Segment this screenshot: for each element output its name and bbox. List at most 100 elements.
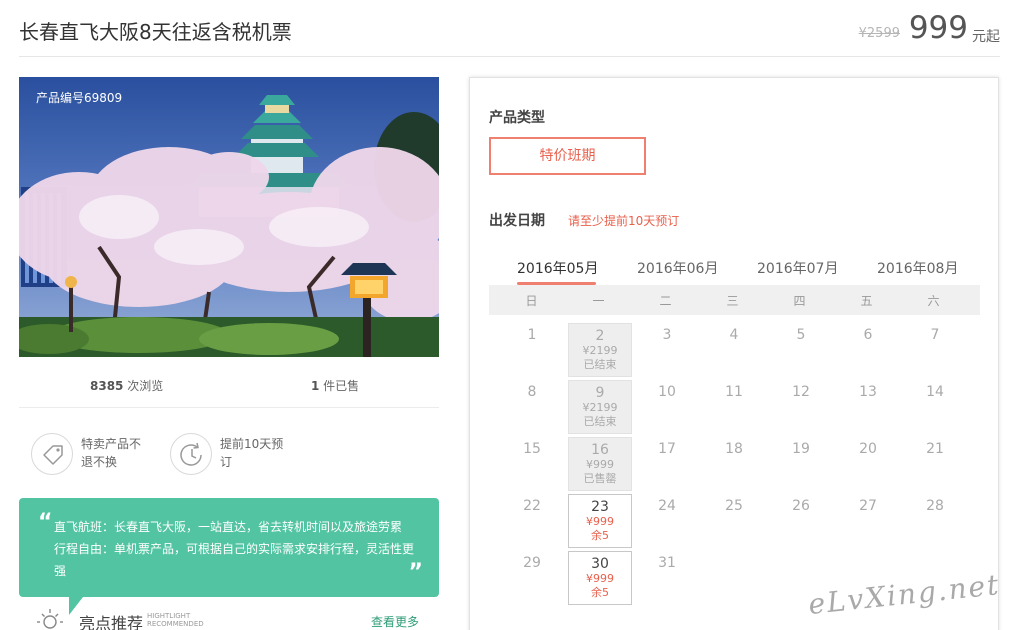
- calendar-day: 29: [500, 551, 564, 605]
- day-number: 4: [729, 327, 739, 343]
- price-suffix: 元起: [972, 29, 1000, 45]
- weekday-label: 三: [726, 294, 739, 308]
- highlights-subtitle: HIGHTLIGHT RECOMMENDED: [147, 612, 204, 628]
- day-price: ¥2199: [582, 401, 618, 414]
- day-number: 13: [859, 384, 877, 400]
- calendar-day: 18: [702, 437, 766, 491]
- description-line: 直飞航班：长春直飞大阪，一站直达，省去转机时间以及旅途劳累: [54, 520, 403, 534]
- calendar-day: 24: [635, 494, 699, 548]
- product-title: 长春直飞大阪8天往返含税机票: [19, 20, 292, 44]
- calendar-day: 10: [635, 380, 699, 434]
- day-status: 余5: [591, 529, 609, 542]
- day-number: 24: [658, 498, 676, 514]
- original-price: ¥2599: [858, 26, 900, 41]
- feature-label: 特卖产品不退不换: [81, 437, 142, 469]
- page-header: 长春直飞大阪8天往返含税机票 ¥2599 999 元起: [19, 0, 1000, 57]
- day-number: 27: [859, 498, 877, 514]
- tag-icon: [31, 433, 73, 475]
- day-number: 8: [527, 384, 537, 400]
- calendar-day: 14: [903, 380, 967, 434]
- calendar-day-closed: 2 ¥2199 已结束: [568, 323, 632, 377]
- day-number: 16: [591, 442, 609, 458]
- day-number: 14: [926, 384, 944, 400]
- calendar-day: 6: [836, 323, 900, 377]
- day-status: 余5: [591, 586, 609, 599]
- tab-month[interactable]: 2016年07月: [757, 258, 838, 278]
- calendar-day: 11: [702, 380, 766, 434]
- calendar-day-closed: 9 ¥2199 已结束: [568, 380, 632, 434]
- calendar-day: 19: [769, 437, 833, 491]
- calendar-day: 7: [903, 323, 967, 377]
- calendar-day-available[interactable]: 23 ¥999 余5: [568, 494, 632, 548]
- departure-date-title: 出发日期: [489, 213, 545, 229]
- day-number: 2: [595, 328, 605, 344]
- clock-icon: [170, 433, 212, 475]
- day-number: 21: [926, 441, 944, 457]
- day-number: 11: [725, 384, 743, 400]
- day-price: ¥999: [586, 515, 614, 528]
- calendar-day: 15: [500, 437, 564, 491]
- osaka-castle-image: [19, 77, 439, 357]
- day-number: 25: [725, 498, 743, 514]
- feature-advance-booking: 提前10天预订: [170, 433, 300, 477]
- calendar-day: 22: [500, 494, 564, 548]
- calendar-day-closed: 16 ¥999 已售罄: [568, 437, 632, 491]
- sun-icon: [37, 609, 63, 629]
- calendar-day: 12: [769, 380, 833, 434]
- day-number: 26: [792, 498, 810, 514]
- tab-month[interactable]: 2016年05月: [517, 258, 598, 278]
- day-status: 已售罄: [583, 472, 617, 485]
- calendar-day: 27: [836, 494, 900, 548]
- sold-count: 1 件已售: [311, 379, 360, 393]
- day-number: 28: [926, 498, 944, 514]
- weekday-label: 四: [793, 294, 806, 308]
- calendar-day: 8: [500, 380, 564, 434]
- day-number: 15: [523, 441, 541, 457]
- day-price: ¥999: [586, 572, 614, 585]
- calendar-day: 26: [769, 494, 833, 548]
- feature-no-refund: 特卖产品不退不换: [31, 433, 161, 477]
- open-quote-icon: “: [38, 510, 53, 535]
- calendar-day: 25: [702, 494, 766, 548]
- product-number: 产品编号69809: [36, 91, 123, 105]
- day-number: 17: [658, 441, 676, 457]
- weekday-label: 日: [525, 294, 538, 308]
- calendar-day: 13: [836, 380, 900, 434]
- product-stats: 8385 次浏览 1 件已售: [19, 366, 439, 408]
- weekday-label: 一: [592, 294, 605, 308]
- tab-month[interactable]: 2016年08月: [877, 258, 958, 278]
- day-number: 1: [527, 327, 537, 343]
- weekday-label: 二: [659, 294, 672, 308]
- weekday-header: 日 一 二 三 四 五 六: [489, 285, 980, 315]
- highlights-title: 亮点推荐: [79, 614, 144, 630]
- weekday-label: 五: [860, 294, 873, 308]
- day-price: ¥2199: [582, 344, 618, 357]
- day-number: 12: [792, 384, 810, 400]
- day-number: 9: [595, 385, 605, 401]
- calendar-day: 20: [836, 437, 900, 491]
- day-number: 5: [796, 327, 806, 343]
- month-tabs: 2016年05月 2016年06月 2016年07月 2016年08月: [489, 256, 980, 286]
- day-number: 20: [859, 441, 877, 457]
- feature-label: 提前10天预订: [220, 437, 284, 469]
- day-status: 已结束: [583, 415, 617, 428]
- day-status: 已结束: [583, 358, 617, 371]
- description-line: 行程自由：单机票产品，可根据自己的实际需求安排行程，灵活性更强: [54, 542, 415, 578]
- calendar-day: 3: [635, 323, 699, 377]
- calendar-day-available[interactable]: 30 ¥999 余5: [568, 551, 632, 605]
- day-number: 6: [863, 327, 873, 343]
- day-number: 22: [523, 498, 541, 514]
- day-number: 23: [591, 499, 609, 515]
- highlights-section: 亮点推荐 HIGHTLIGHT RECOMMENDED 查看更多: [37, 607, 422, 630]
- description-box: “ 直飞航班：长春直飞大阪，一站直达，省去转机时间以及旅途劳累 行程自由：单机票…: [19, 498, 439, 597]
- view-more-link[interactable]: 查看更多: [371, 613, 419, 630]
- calendar-day: 17: [635, 437, 699, 491]
- calendar-day: 28: [903, 494, 967, 548]
- calendar-day: 1: [500, 323, 564, 377]
- day-number: 7: [930, 327, 940, 343]
- product-type-option[interactable]: 特价班期: [489, 137, 646, 175]
- product-type-title: 产品类型: [489, 110, 545, 126]
- tab-month[interactable]: 2016年06月: [637, 258, 718, 278]
- calendar-day: 21: [903, 437, 967, 491]
- day-number: 18: [725, 441, 743, 457]
